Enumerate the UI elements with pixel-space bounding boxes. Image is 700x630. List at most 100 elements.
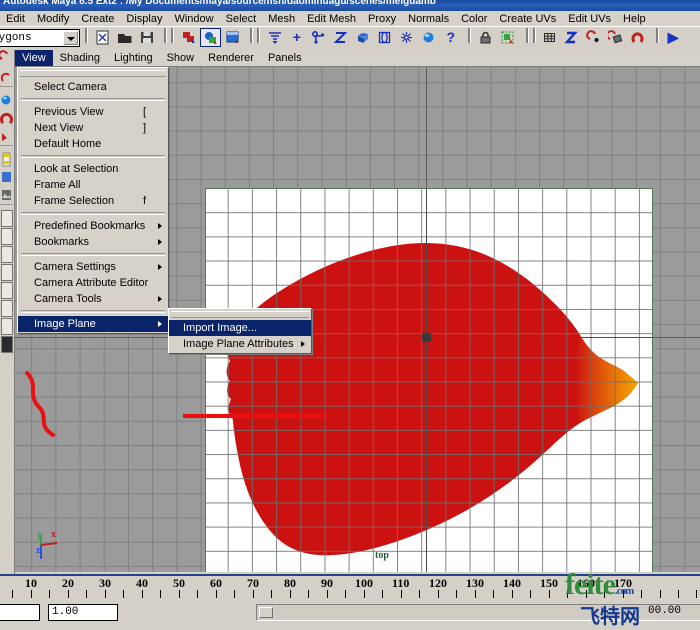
menu-item-frame-all[interactable]: Frame All [18,177,168,193]
menu-item-camera-settings[interactable]: Camera Settings [18,259,168,275]
menu-edit-mesh[interactable]: Edit Mesh [301,11,362,26]
next-toolbar-arrow-icon[interactable]: ▶ [663,28,684,47]
snap-to-curve-icon[interactable] [562,28,583,47]
menu-mesh[interactable]: Mesh [262,11,301,26]
layout-preset-four-panes[interactable] [1,246,13,263]
layout-preset-persp-graph[interactable] [1,282,13,299]
chevron-right-icon [158,321,162,327]
select-tool-icon[interactable]: + [286,28,307,47]
main-menubar[interactable]: Edit Modify Create Display Window Select Mesh E… [0,11,700,27]
layout-preset-single[interactable] [1,210,13,227]
menu-normals[interactable]: Normals [402,11,455,26]
menu-display[interactable]: Display [120,11,168,26]
tool-move-icon[interactable] [0,91,13,109]
help-icon[interactable]: ? [440,28,461,47]
layout-preset-two-panes[interactable] [1,228,13,245]
timeline-label: 80 [284,576,296,590]
menu-item-next-view[interactable]: Next View ] [18,120,168,136]
grid-origin-marker [422,333,431,342]
range-start-field[interactable]: 0 [0,604,40,621]
menu-item-camera-tools[interactable]: Camera Tools [18,291,168,307]
range-end-field[interactable]: 00.00 [645,604,700,621]
menu-edit-uvs[interactable]: Edit UVs [562,11,617,26]
timeline-label: 90 [321,576,333,590]
gnomon-z-label: z [36,545,41,556]
menu-tearoff-handle[interactable] [20,70,166,77]
viewport-menu-show[interactable]: Show [160,50,202,66]
layout-preset-persp-outliner[interactable] [1,264,13,281]
tool-lasso-icon[interactable] [0,68,13,86]
render-view-icon[interactable] [222,28,243,47]
scale-tool-icon[interactable] [396,28,417,47]
submenu-tearoff-handle[interactable] [171,311,309,318]
menu-item-frame-selection[interactable]: Frame Selection f [18,193,168,209]
menu-help[interactable]: Help [617,11,652,26]
menu-select[interactable]: Select [220,11,263,26]
viewport-menu-lighting[interactable]: Lighting [107,50,160,66]
image-plane[interactable] [205,188,653,572]
toolbar-separator-7 [523,27,530,44]
timeline-label: 30 [99,576,111,590]
snap-to-point-icon[interactable] [584,28,605,47]
menu-create-uvs[interactable]: Create UVs [493,11,562,26]
menu-item-predefined-bookmarks[interactable]: Predefined Bookmarks [18,218,168,234]
camera-name-label: top [375,550,389,561]
viewport-menubar[interactable]: View Shading Lighting Show Renderer Panels [15,50,700,67]
move-tool-icon[interactable] [352,28,373,47]
viewport-menu-renderer[interactable]: Renderer [201,50,261,66]
tool-rotate-icon[interactable] [0,109,13,127]
tool-box-column[interactable] [0,50,15,578]
new-scene-icon[interactable] [92,28,113,47]
viewport-menu-panels[interactable]: Panels [261,50,309,66]
menu-modify[interactable]: Modify [31,11,75,26]
redo-view-icon[interactable] [200,28,222,47]
image-plane-submenu[interactable]: Import Image... Image Plane Attributes [168,308,312,354]
layout-preset-uv-editor[interactable] [1,336,13,353]
viewport-menu-view[interactable]: View [15,50,53,66]
main-toolbar[interactable]: lygons +? ▶ [0,27,700,51]
rotate-tool-icon[interactable] [374,28,395,47]
menu-item-default-home[interactable]: Default Home [18,136,168,152]
snap-to-view-plane-icon[interactable] [606,28,627,47]
menu-item-previous-view[interactable]: Previous View [ [18,104,168,120]
viewport-menu-shading[interactable]: Shading [53,50,107,66]
menu-item-image-plane[interactable]: Image Plane [18,316,168,332]
menu-item-import-image[interactable]: Import Image... [169,320,311,336]
menu-color[interactable]: Color [455,11,493,26]
menu-window[interactable]: Window [168,11,219,26]
menu-create[interactable]: Create [75,11,120,26]
menu-set-selector[interactable]: lygons [0,29,80,47]
tool-image-icon[interactable] [0,186,13,204]
open-scene-icon[interactable] [114,28,135,47]
undo-view-icon[interactable] [178,28,199,47]
chevron-down-icon[interactable] [63,31,78,45]
render-settings-icon[interactable] [264,28,285,47]
lasso-tool-icon[interactable] [308,28,329,47]
window-title: Autodesk Maya 8.5 Ext2 : /My Documents/m… [3,0,436,7]
snap-to-grid-icon[interactable] [540,28,561,47]
tool-last-used-icon[interactable] [0,168,13,186]
tool-scale-icon[interactable] [0,127,13,145]
save-scene-icon[interactable] [136,28,157,47]
paint-select-icon[interactable] [330,28,351,47]
menu-item-camera-attribute-editor[interactable]: Camera Attribute Editor [18,275,168,291]
snapshot-icon[interactable] [497,28,518,47]
menu-proxy[interactable]: Proxy [362,11,402,26]
menu-set-value: lygons [0,32,32,44]
menu-item-bookmarks[interactable]: Bookmarks [18,234,168,250]
toolbar-separator-4 [247,27,254,44]
layout-preset-render-view[interactable] [1,318,13,335]
menu-item-select-camera[interactable]: Select Camera [18,79,168,95]
menu-item-look-at-selection[interactable]: Look at Selection [18,161,168,177]
menu-item-image-plane-attributes[interactable]: Image Plane Attributes [169,336,311,352]
tool-select-icon[interactable] [0,50,13,68]
tool-show-manip-icon[interactable] [0,150,13,168]
lock-icon[interactable] [475,28,496,47]
view-dropdown-menu[interactable]: Select Camera Previous View [ Next View … [17,67,169,334]
magnet-icon[interactable] [628,28,649,47]
playback-speed-field[interactable]: 1.00 [48,604,118,621]
menu-edit[interactable]: Edit [0,11,31,26]
layout-preset-hypershade[interactable] [1,300,13,317]
soft-modification-icon[interactable] [418,28,439,47]
range-slider-handle[interactable] [259,607,273,618]
